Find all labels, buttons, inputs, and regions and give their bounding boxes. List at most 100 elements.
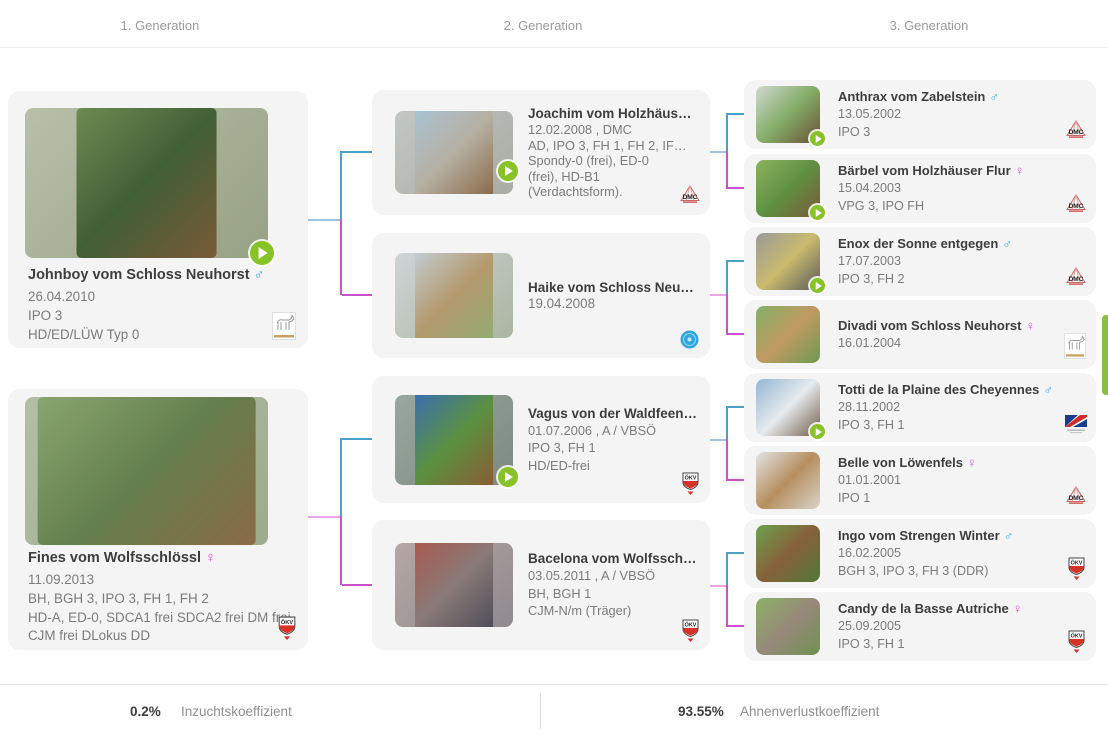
- dog-titles: BGH 3, IPO 3, FH 3 (DDR): [838, 562, 1063, 580]
- dog-titles: AD, IPO 3, FH 1, FH 2, IF…: [528, 138, 700, 154]
- play-video-button[interactable]: [810, 424, 825, 439]
- pedigree-connector-dam-branch: [728, 479, 744, 481]
- dog-card-anthrax[interactable]: Anthrax vom Zabelstein ♂ 13.05.2002 IPO 3…: [744, 80, 1096, 149]
- pedigree-connector-dam-branch: [728, 625, 744, 627]
- dog-health: Spondy-0 (frei), ED-0: [528, 153, 700, 169]
- dog-name: Ingo vom Strengen Winter: [838, 528, 1000, 543]
- dog-health: HD-A, ED-0, SDCA1 frei SDCA2 frei DM fre…: [28, 609, 266, 628]
- pedigree-connector-stub: [710, 294, 726, 296]
- dog-birthdate: 15.04.2003: [838, 179, 1063, 197]
- pedigree-connector-sire-branch: [728, 113, 744, 115]
- dog-card-johnboy[interactable]: Johnboy vom Schloss Neuhorst♂ 26.04.2010…: [8, 91, 308, 348]
- dog-health: CJM frei DLokus DD: [28, 627, 266, 646]
- green-edge-handle[interactable]: [1102, 315, 1108, 395]
- dog-birthdate: 11.09.2013: [28, 571, 266, 590]
- dog-name: Enox der Sonne entgegen: [838, 236, 998, 251]
- svg-text:DMC: DMC: [1069, 129, 1084, 136]
- dog-titles: IPO 3, FH 1: [528, 439, 700, 457]
- dog-card-joachim[interactable]: Joachim vom Holzhäus… 12.02.2008 , DMC A…: [372, 90, 710, 215]
- dog-birthdate: 28.11.2002: [838, 398, 1063, 416]
- play-video-button[interactable]: [810, 205, 825, 220]
- dog-titles: IPO 3: [28, 307, 266, 326]
- pedigree-connector-dam-branch: [728, 333, 744, 335]
- dog-birthdate: 17.07.2003: [838, 252, 1063, 270]
- svg-text:DMC: DMC: [683, 194, 698, 201]
- dog-card-haike[interactable]: Haike vom Schloss Neu… 19.04.2008: [372, 233, 710, 358]
- oekv-logo-icon: ÖKV: [682, 472, 699, 495]
- gender-icon: ♂: [989, 89, 999, 104]
- pedigree-connector-sire-line: [726, 552, 728, 587]
- svg-text:ÖKV: ÖKV: [281, 619, 293, 626]
- dog-card-enox[interactable]: Enox der Sonne entgegen ♂ 17.07.2003 IPO …: [744, 227, 1096, 296]
- dog-photo: [756, 452, 820, 509]
- dog-birthdate: 19.04.2008: [528, 296, 700, 312]
- dog-card-bacelona[interactable]: Bacelona vom Wolfssch… 03.05.2011 , A / …: [372, 520, 710, 650]
- dog-card-divadi[interactable]: Divadi vom Schloss Neuhorst♀ 16.01.2004: [744, 300, 1096, 369]
- play-video-button[interactable]: [498, 467, 518, 487]
- tab-generation-3[interactable]: 3. Generation: [890, 18, 969, 33]
- dog-birthdate: 25.09.2005: [838, 617, 1063, 635]
- ancestor-loss-coefficient-value: 93.55%: [678, 704, 724, 719]
- svg-text:ÖKV: ÖKV: [1071, 633, 1083, 640]
- svg-text:DMC: DMC: [1069, 276, 1084, 283]
- pedigree-connector-sire-line: [726, 406, 728, 441]
- dog-card-candy[interactable]: Candy de la Basse Autriche♀ 25.09.2005 I…: [744, 592, 1096, 661]
- svg-text:ÖKV: ÖKV: [685, 475, 697, 482]
- dog-titles: IPO 1: [838, 489, 1063, 507]
- pedigree-connector-dam-branch: [728, 187, 744, 189]
- svg-text:ÖKV: ÖKV: [685, 622, 697, 629]
- pedigree-connector-sire-line: [726, 260, 728, 296]
- dog-birthdate: 03.05.2011 , A / VBSÖ: [528, 567, 700, 585]
- dog-birthdate: 16.01.2004: [838, 334, 1063, 352]
- dog-photo: [395, 253, 513, 338]
- dog-name: Vagus von der Waldfeen…: [528, 406, 697, 421]
- dog-photo: [756, 598, 820, 655]
- dog-card-belle[interactable]: Belle von Löwenfels♀ 01.01.2001 IPO 1 DM…: [744, 446, 1096, 515]
- gender-icon: ♂: [1002, 236, 1012, 251]
- dog-name: Belle von Löwenfels: [838, 455, 963, 470]
- pedigree-connector-sire-line: [340, 438, 342, 518]
- dmc-logo-icon: DMC: [1066, 120, 1086, 141]
- dmc-logo-icon: DMC: [1066, 486, 1086, 507]
- play-video-button[interactable]: [810, 278, 825, 293]
- dog-photo: [395, 543, 513, 627]
- centrale-canine-logo-icon: [1064, 414, 1088, 434]
- oekv-logo-icon: ÖKV: [1068, 557, 1085, 580]
- pedigree-connector-sire-branch: [728, 552, 744, 554]
- dog-card-baerbel[interactable]: Bärbel vom Holzhäuser Flur♀ 15.04.2003 V…: [744, 154, 1096, 223]
- dog-name: Bacelona vom Wolfssch…: [528, 551, 697, 566]
- dog-club-logo-icon: [272, 312, 296, 340]
- play-video-button[interactable]: [250, 241, 274, 265]
- pedigree-connector-sire-branch: [728, 406, 744, 408]
- svg-text:DMC: DMC: [1069, 495, 1084, 502]
- footer-divider: [540, 693, 541, 729]
- dog-titles: IPO 3, FH 2: [838, 270, 1063, 288]
- play-video-button[interactable]: [810, 131, 825, 146]
- dog-card-totti[interactable]: Totti de la Plaine des Cheyennes♂ 28.11.…: [744, 373, 1096, 442]
- pedigree-connector-dam-line: [340, 516, 342, 585]
- svg-text:ÖKV: ÖKV: [1071, 560, 1083, 567]
- dog-photo: [395, 111, 513, 194]
- dog-birthdate: 12.02.2008 , DMC: [528, 122, 700, 138]
- dog-card-ingo[interactable]: Ingo vom Strengen Winter♂ 16.02.2005 BGH…: [744, 519, 1096, 588]
- dog-titles: BH, BGH 3, IPO 3, FH 1, FH 2: [28, 590, 266, 609]
- dog-birthdate: 13.05.2002: [838, 105, 1063, 123]
- dog-name: Joachim vom Holzhäus…: [528, 106, 692, 121]
- dog-titles: IPO 3: [838, 123, 1063, 141]
- dog-health: HD/ED-frei: [528, 457, 700, 475]
- oekv-logo-icon: ÖKV: [1068, 630, 1085, 653]
- tab-generation-2[interactable]: 2. Generation: [504, 18, 583, 33]
- dog-name: Anthrax vom Zabelstein: [838, 89, 985, 104]
- dog-card-vagus[interactable]: Vagus von der Waldfeen… 01.07.2006 , A /…: [372, 376, 710, 503]
- pedigree-connector-sire-line: [726, 113, 728, 153]
- generation-header: 1. Generation 2. Generation 3. Generatio…: [0, 0, 1108, 48]
- pedigree-connector-dam-branch: [342, 294, 372, 296]
- play-video-button[interactable]: [498, 161, 518, 181]
- dog-name: Haike vom Schloss Neu…: [528, 280, 694, 295]
- gender-icon: ♀: [1015, 163, 1025, 178]
- dog-health: CJM-N/m (Träger): [528, 602, 700, 620]
- dog-card-fines[interactable]: Fines vom Wolfsschlössl♀ 11.09.2013 BH, …: [8, 389, 308, 650]
- tab-generation-1[interactable]: 1. Generation: [121, 18, 200, 33]
- pedigree-connector-dam-line: [726, 439, 728, 481]
- blue-club-badge-icon: [680, 330, 699, 349]
